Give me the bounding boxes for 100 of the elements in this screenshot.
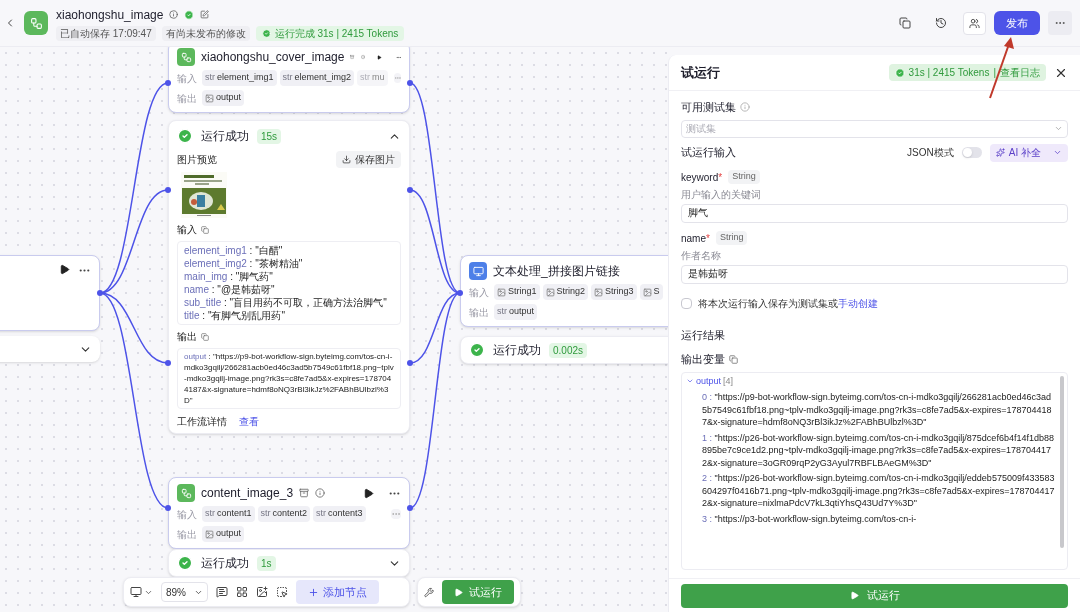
publish-button[interactable]: 发布 xyxy=(994,11,1040,35)
wrench-icon[interactable] xyxy=(424,586,434,598)
section-title: 输出变量 xyxy=(681,352,725,367)
chevron-icon xyxy=(1053,148,1062,157)
success-icon xyxy=(184,9,195,20)
add-node-button[interactable]: 添加节点 xyxy=(296,580,379,604)
app-icon xyxy=(24,11,48,35)
collaborators-button[interactable] xyxy=(963,11,986,35)
users-icon xyxy=(969,17,980,29)
plus-icon xyxy=(308,586,319,598)
type-tag: String xyxy=(715,231,748,245)
image-icon[interactable] xyxy=(256,586,268,598)
parameter-tag: str output xyxy=(494,304,538,320)
output-label: 输出 xyxy=(177,91,198,106)
archive-icon xyxy=(350,52,355,62)
input-label: 输入 xyxy=(469,285,490,300)
download-icon xyxy=(342,155,351,164)
parameter-tag: output xyxy=(202,526,245,542)
input-label: 输入 xyxy=(177,71,198,86)
section-title: 运行结果 xyxy=(681,327,726,343)
zoom-select[interactable]: 89% xyxy=(161,582,208,602)
output-label: 输出 xyxy=(469,305,490,320)
key-value-line: sub_title : "盲目用药不可取，正确方法治脚气" xyxy=(184,296,388,309)
toggle-label: JSON模式 xyxy=(907,146,954,160)
run-info-badge: 31s | 2415 Tokens | 查看日志 xyxy=(888,64,1046,81)
scrollbar[interactable] xyxy=(1060,375,1064,548)
section-title: 图片预览 xyxy=(177,153,217,167)
play-icon[interactable] xyxy=(363,487,374,499)
image-icon xyxy=(205,529,214,539)
key-value-line: name : "@是韩茹呀" xyxy=(184,283,276,296)
play-icon xyxy=(849,591,859,600)
copy-icon[interactable] xyxy=(899,17,911,29)
input-field[interactable]: 脚气 xyxy=(681,203,1068,223)
parameter-tag: str element_img2 xyxy=(279,70,355,86)
save-image-button[interactable]: 保存图片 xyxy=(336,151,401,168)
input-label: 输入 xyxy=(177,507,198,522)
type-tag: String xyxy=(728,170,760,184)
success-icon xyxy=(177,128,193,144)
image-icon xyxy=(642,287,652,297)
minimap-toggle[interactable] xyxy=(130,586,153,598)
create-link[interactable]: 手动创建 xyxy=(838,297,878,309)
output-item: 3 : "https://p3-bot-workflow-sign.byteimg.com/tos-cn-i- xyxy=(701,512,918,525)
success-icon xyxy=(894,67,905,78)
edit-icon[interactable] xyxy=(200,10,210,19)
archive-icon xyxy=(299,488,310,498)
play-icon[interactable] xyxy=(59,264,70,275)
key-value-line: output : "https://p9-bot-workflow-sign.byteimg.com/tos-cn-i-mdko3gqilj/266281acb0ed46c3ad5b7549c61fbf18.png~tplv-mdko3gqilj-image.png?rk3s=c8fe7ad5&x-expires=1787044187&x-signature=hdmf8oNQ3rBl3ikJz%2FABhBUlbzl%3D" xyxy=(184,351,394,406)
workflow-node[interactable]: 文本处理_拼接图片链接 输入 String1 String2 String3 S 输出 str output xyxy=(460,255,668,327)
field-description: 用户输入的关键词 xyxy=(681,187,762,202)
ai-fill-button[interactable]: AI 补全 xyxy=(989,143,1068,162)
input-field[interactable]: 是韩茹呀 xyxy=(681,264,1068,284)
status-text: 运行成功 xyxy=(201,128,249,145)
node-title: 文本处理_拼接图片链接 xyxy=(493,263,620,280)
run-status-bar[interactable]: 运行成功 0.002s xyxy=(460,336,668,364)
workflow-title: xiaohongshu_image xyxy=(56,6,164,24)
image-icon xyxy=(205,93,214,103)
parameter-tag: String3 xyxy=(591,284,637,300)
json-mode-switch[interactable] xyxy=(961,147,982,158)
info-icon xyxy=(315,488,326,498)
parameter-tag: output xyxy=(202,90,245,106)
duration-tag: 15s xyxy=(257,128,282,144)
section-title: 输出 xyxy=(177,330,197,344)
layout-icon[interactable] xyxy=(236,586,248,598)
run-status-bar[interactable]: 运行成功 1s xyxy=(168,549,410,577)
workflow-node[interactable]: xiaohongshu_cover_image 输入 str element_img1 str element_img2 str mu 输出 output xyxy=(168,47,410,113)
checkbox[interactable] xyxy=(681,297,692,309)
output-item: 1 : "https://p26-bot-workflow-sign.byteimg.com/tos-cn-i-mdko3gqilj/875dcef6b4f14f1db88895be7c9ce1d2.png~tplv-mdko3gqilj-image.png?rk3s=c8fe7ad5&x-expires=1787044172&x-signature=3oGR09rqP2yG3Ayul7RBFLBAeGM%3D" xyxy=(701,431,1055,469)
workflow-node[interactable] xyxy=(0,255,100,331)
section-title: 试运行输入 xyxy=(681,145,736,161)
parameter-tag: str mu xyxy=(357,70,388,86)
output-item: 2 : "https://p26-bot-workflow-sign.byteimg.com/tos-cn-i-mdko3gqilj/eddeb575009f433583604297f0416b71.png~tplv-mdko3gqilj-image.png?rk3s=c8fe7ad5&x-expires=1787044172&x-signature=nixlmaPdcV7kL3qtiYhsQ43Ud7Y%3D" xyxy=(701,472,1055,510)
monitor-icon xyxy=(130,586,142,598)
output-count: [4] xyxy=(723,374,734,388)
info-icon xyxy=(360,52,365,62)
field-label: name* xyxy=(681,231,710,246)
comment-icon[interactable] xyxy=(216,586,228,598)
history-icon[interactable] xyxy=(935,17,947,29)
play-icon xyxy=(454,587,463,597)
parameter-tag: S xyxy=(639,284,663,300)
success-icon xyxy=(261,28,271,38)
view-link[interactable]: 查看 xyxy=(239,413,259,429)
select-icon[interactable] xyxy=(276,586,288,598)
key-value-line: main_img : "脚气药" xyxy=(184,270,274,283)
panel-title: 试运行 xyxy=(681,63,720,82)
parameter-tag: str content2 xyxy=(257,506,311,522)
workflow-node[interactable]: content_image_3 输入 str content1 str content2 str content3 输出 output xyxy=(168,477,410,549)
success-icon xyxy=(469,342,485,358)
output-label: 输出 xyxy=(177,527,198,542)
field-label: keyword* xyxy=(681,170,723,185)
output-name: output xyxy=(696,374,722,388)
output-item: 0 : "https://p9-bot-workflow-sign.byteimg.com/tos-cn-i-mdko3gqilj/266281acb0ed46c3ad5b7549c61fbf18.png~tplv-mdko3gqilj-image.png?rk3s=c8fe7ad5&x-expires=1787044187&x-signature=hdmf8oNQ3rBl3ikJz%2FABhBUlbzl%3D" xyxy=(701,391,1053,429)
image-icon xyxy=(594,287,604,297)
sparkle-icon xyxy=(995,148,1005,157)
status-text: 运行成功 xyxy=(493,342,541,359)
image-icon xyxy=(545,287,555,297)
parameter-tag: String2 xyxy=(542,284,589,300)
success-icon xyxy=(177,555,193,571)
run-status-tag: 运行完成 31s | 2415 Tokens xyxy=(255,25,405,41)
section-title: 输入 xyxy=(177,223,197,237)
key-value-line: title : "有脚气别乱用药" xyxy=(184,309,286,322)
